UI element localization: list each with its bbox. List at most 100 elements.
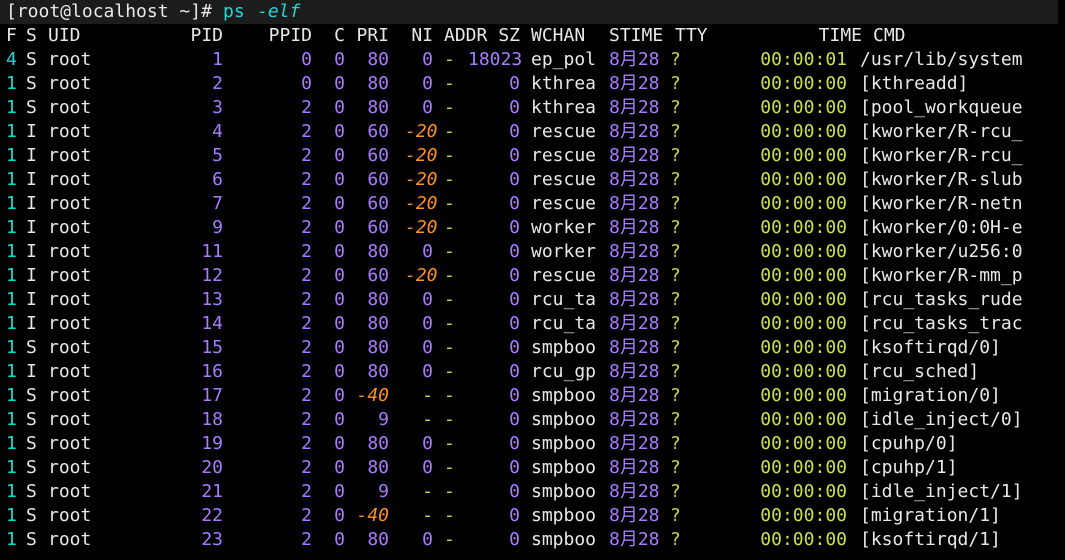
cell-wchan: worker xyxy=(531,217,597,238)
cell-pri: 80 xyxy=(367,433,389,454)
cell-f: 1 xyxy=(6,193,17,214)
cell-sz: 0 xyxy=(509,193,520,214)
cell-addr: - xyxy=(444,385,455,406)
cell-ni: 0 xyxy=(422,73,433,94)
cell-pid: 4 xyxy=(212,121,223,142)
cell-ppid: 2 xyxy=(301,457,312,478)
cell-c: 0 xyxy=(334,529,345,550)
cell-time: 00:00:00 xyxy=(760,73,847,94)
cell-sz: 0 xyxy=(509,217,520,238)
cell-cmd: /usr/lib/system xyxy=(860,49,1023,70)
cell-f: 1 xyxy=(6,289,17,310)
cell-sz: 0 xyxy=(509,385,520,406)
cell-tty: ? xyxy=(670,385,681,406)
cell-sz: 0 xyxy=(509,73,520,94)
cell-uid: root xyxy=(48,97,92,118)
process-row: 1 Iroot 5 2 0 60 -20- 0 rescue 8月28? 00:00:00 [kwor… xyxy=(0,144,1065,168)
cell-pri: 80 xyxy=(367,361,389,382)
cell-ppid: 2 xyxy=(301,193,312,214)
terminal-window[interactable]: [root@localhost ~]# ps -elf F S UID PID … xyxy=(0,0,1065,560)
cell-ppid: 2 xyxy=(301,385,312,406)
cell-uid: root xyxy=(48,265,92,286)
cell-s: I xyxy=(26,145,37,166)
process-row: 1 Sroot 20 2 0 80 0-0 smpboo 8月28? 00:00:00 [cpuhp… xyxy=(0,456,1065,480)
cell-s: I xyxy=(26,217,37,238)
cell-stime: 8月28 xyxy=(609,361,660,382)
cell-s: I xyxy=(26,313,37,334)
cell-s: S xyxy=(26,529,37,550)
process-row: 1 Iroot 4 2 0 60 -20- 0 rescue 8月28? 00:00:00 [kwor… xyxy=(0,120,1065,144)
process-row: 1 Iroot 13 2 0 80 0-0 rcu_ta 8月28? 00:00:00 [rcu_t… xyxy=(0,288,1065,312)
header-cmd: CMD xyxy=(873,25,906,46)
cell-pid: 21 xyxy=(201,481,223,502)
cell-pid: 19 xyxy=(201,433,223,454)
header-tty: TTY xyxy=(675,25,708,46)
prompt-args: -elf xyxy=(257,1,301,22)
cell-s: I xyxy=(26,169,37,190)
cell-c: 0 xyxy=(334,385,345,406)
cell-c: 0 xyxy=(334,241,345,262)
cell-stime: 8月28 xyxy=(609,385,660,406)
process-row: 1 Iroot 14 2 0 80 0-0 rcu_ta 8月28? 00:00:00 [rcu_t… xyxy=(0,312,1065,336)
header-f: F xyxy=(6,25,17,46)
cell-time: 00:00:00 xyxy=(760,121,847,142)
cell-tty: ? xyxy=(670,49,681,70)
cell-pri: 80 xyxy=(367,97,389,118)
cell-s: I xyxy=(26,121,37,142)
cell-pri: 80 xyxy=(367,337,389,358)
cell-sz: 0 xyxy=(509,481,520,502)
cell-addr: - xyxy=(444,145,455,166)
cell-f: 1 xyxy=(6,145,17,166)
header-time: TIME xyxy=(818,25,862,46)
cell-c: 0 xyxy=(334,337,345,358)
cell-ni: 0 xyxy=(422,529,433,550)
cell-cmd: [kworker/R-rcu_ xyxy=(860,121,1023,142)
cell-c: 0 xyxy=(334,505,345,526)
cell-stime: 8月28 xyxy=(609,193,660,214)
cell-wchan: ep_pol xyxy=(531,49,597,70)
cell-ni: - xyxy=(422,409,433,430)
cell-cmd: [migration/0] xyxy=(860,385,1001,406)
cell-pri: 9 xyxy=(378,409,389,430)
cell-addr: - xyxy=(444,457,455,478)
cell-addr: - xyxy=(444,313,455,334)
cell-ni: 0 xyxy=(422,289,433,310)
cell-pri: 80 xyxy=(367,313,389,334)
cell-stime: 8月28 xyxy=(609,529,660,550)
table-header: F S UID PID PPID C PRI NI ADDR SZ WCHAN … xyxy=(0,24,1065,48)
cell-c: 0 xyxy=(334,49,345,70)
cell-c: 0 xyxy=(334,433,345,454)
process-row: 1 Sroot 22 2 0 -40- -0 smpboo 8月28? 00:00:00 [migr… xyxy=(0,504,1065,528)
cell-uid: root xyxy=(48,193,92,214)
cell-pid: 5 xyxy=(212,145,223,166)
cell-pid: 7 xyxy=(212,193,223,214)
header-addr: ADDR xyxy=(444,25,488,46)
cell-tty: ? xyxy=(670,481,681,502)
cell-uid: root xyxy=(48,241,92,262)
cell-pri: 80 xyxy=(367,289,389,310)
cell-uid: root xyxy=(48,73,92,94)
cell-uid: root xyxy=(48,289,92,310)
cell-uid: root xyxy=(48,481,92,502)
cell-wchan: smpboo xyxy=(531,433,597,454)
cell-cmd: [kworker/R-slub xyxy=(860,169,1023,190)
cell-stime: 8月28 xyxy=(609,73,660,94)
cell-s: S xyxy=(26,337,37,358)
cell-uid: root xyxy=(48,529,92,550)
cell-cmd: [kworker/u256:0 xyxy=(860,241,1023,262)
cell-uid: root xyxy=(48,433,92,454)
cell-f: 4 xyxy=(6,49,17,70)
cell-uid: root xyxy=(48,121,92,142)
cell-sz: 0 xyxy=(509,97,520,118)
cell-stime: 8月28 xyxy=(609,169,660,190)
cell-tty: ? xyxy=(670,97,681,118)
cell-c: 0 xyxy=(334,361,345,382)
cell-f: 1 xyxy=(6,529,17,550)
process-row: 1 Iroot 16 2 0 80 0-0 rcu_gp 8月28? 00:00:00 [rcu_s… xyxy=(0,360,1065,384)
cell-f: 1 xyxy=(6,265,17,286)
process-row: 1 Sroot 3 2 0 80 0-0 kthrea 8月28? 00:00:00 [pool_w… xyxy=(0,96,1065,120)
cell-ni: 0 xyxy=(422,241,433,262)
cell-sz: 0 xyxy=(509,361,520,382)
cell-wchan: rescue xyxy=(531,145,597,166)
cell-c: 0 xyxy=(334,145,345,166)
